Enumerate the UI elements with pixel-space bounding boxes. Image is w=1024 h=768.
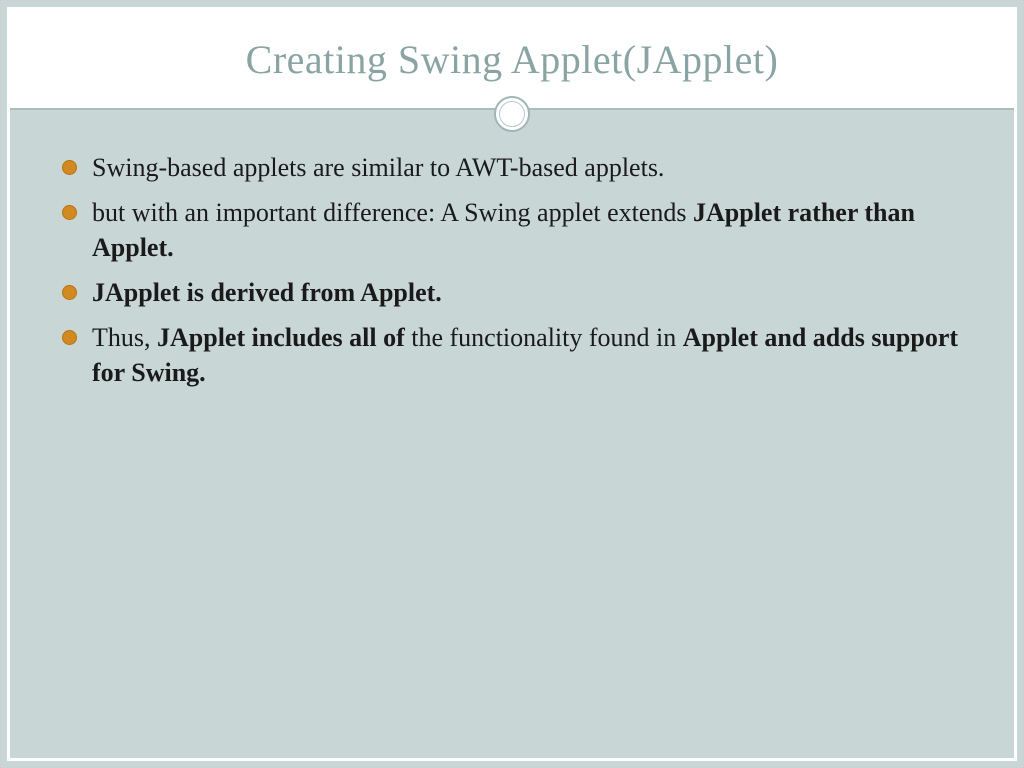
text-segment: but with an important difference: A Swin… [92,198,693,227]
list-item: but with an important difference: A Swin… [58,195,966,265]
list-item: Swing-based applets are similar to AWT-b… [58,150,966,185]
text-segment: JApplet includes all of [157,323,411,352]
text-segment: Swing-based applets are similar to AWT-b… [92,153,664,182]
slide-body: Swing-based applets are similar to AWT-b… [10,110,1014,421]
bullet-list: Swing-based applets are similar to AWT-b… [58,150,966,391]
list-item: JApplet is derived from Applet. [58,275,966,310]
list-item: Thus, JApplet includes all of the functi… [58,320,966,390]
circle-ornament-icon [494,96,530,132]
text-segment: the functionality found in [411,323,683,352]
slide-frame: Creating Swing Applet(JApplet) Swing-bas… [7,7,1017,761]
text-segment: Thus, [92,323,157,352]
slide-title: Creating Swing Applet(JApplet) [246,36,779,83]
slide: Creating Swing Applet(JApplet) Swing-bas… [0,0,1024,768]
text-segment: JApplet is derived from Applet. [92,278,442,307]
slide-header: Creating Swing Applet(JApplet) [10,10,1014,110]
